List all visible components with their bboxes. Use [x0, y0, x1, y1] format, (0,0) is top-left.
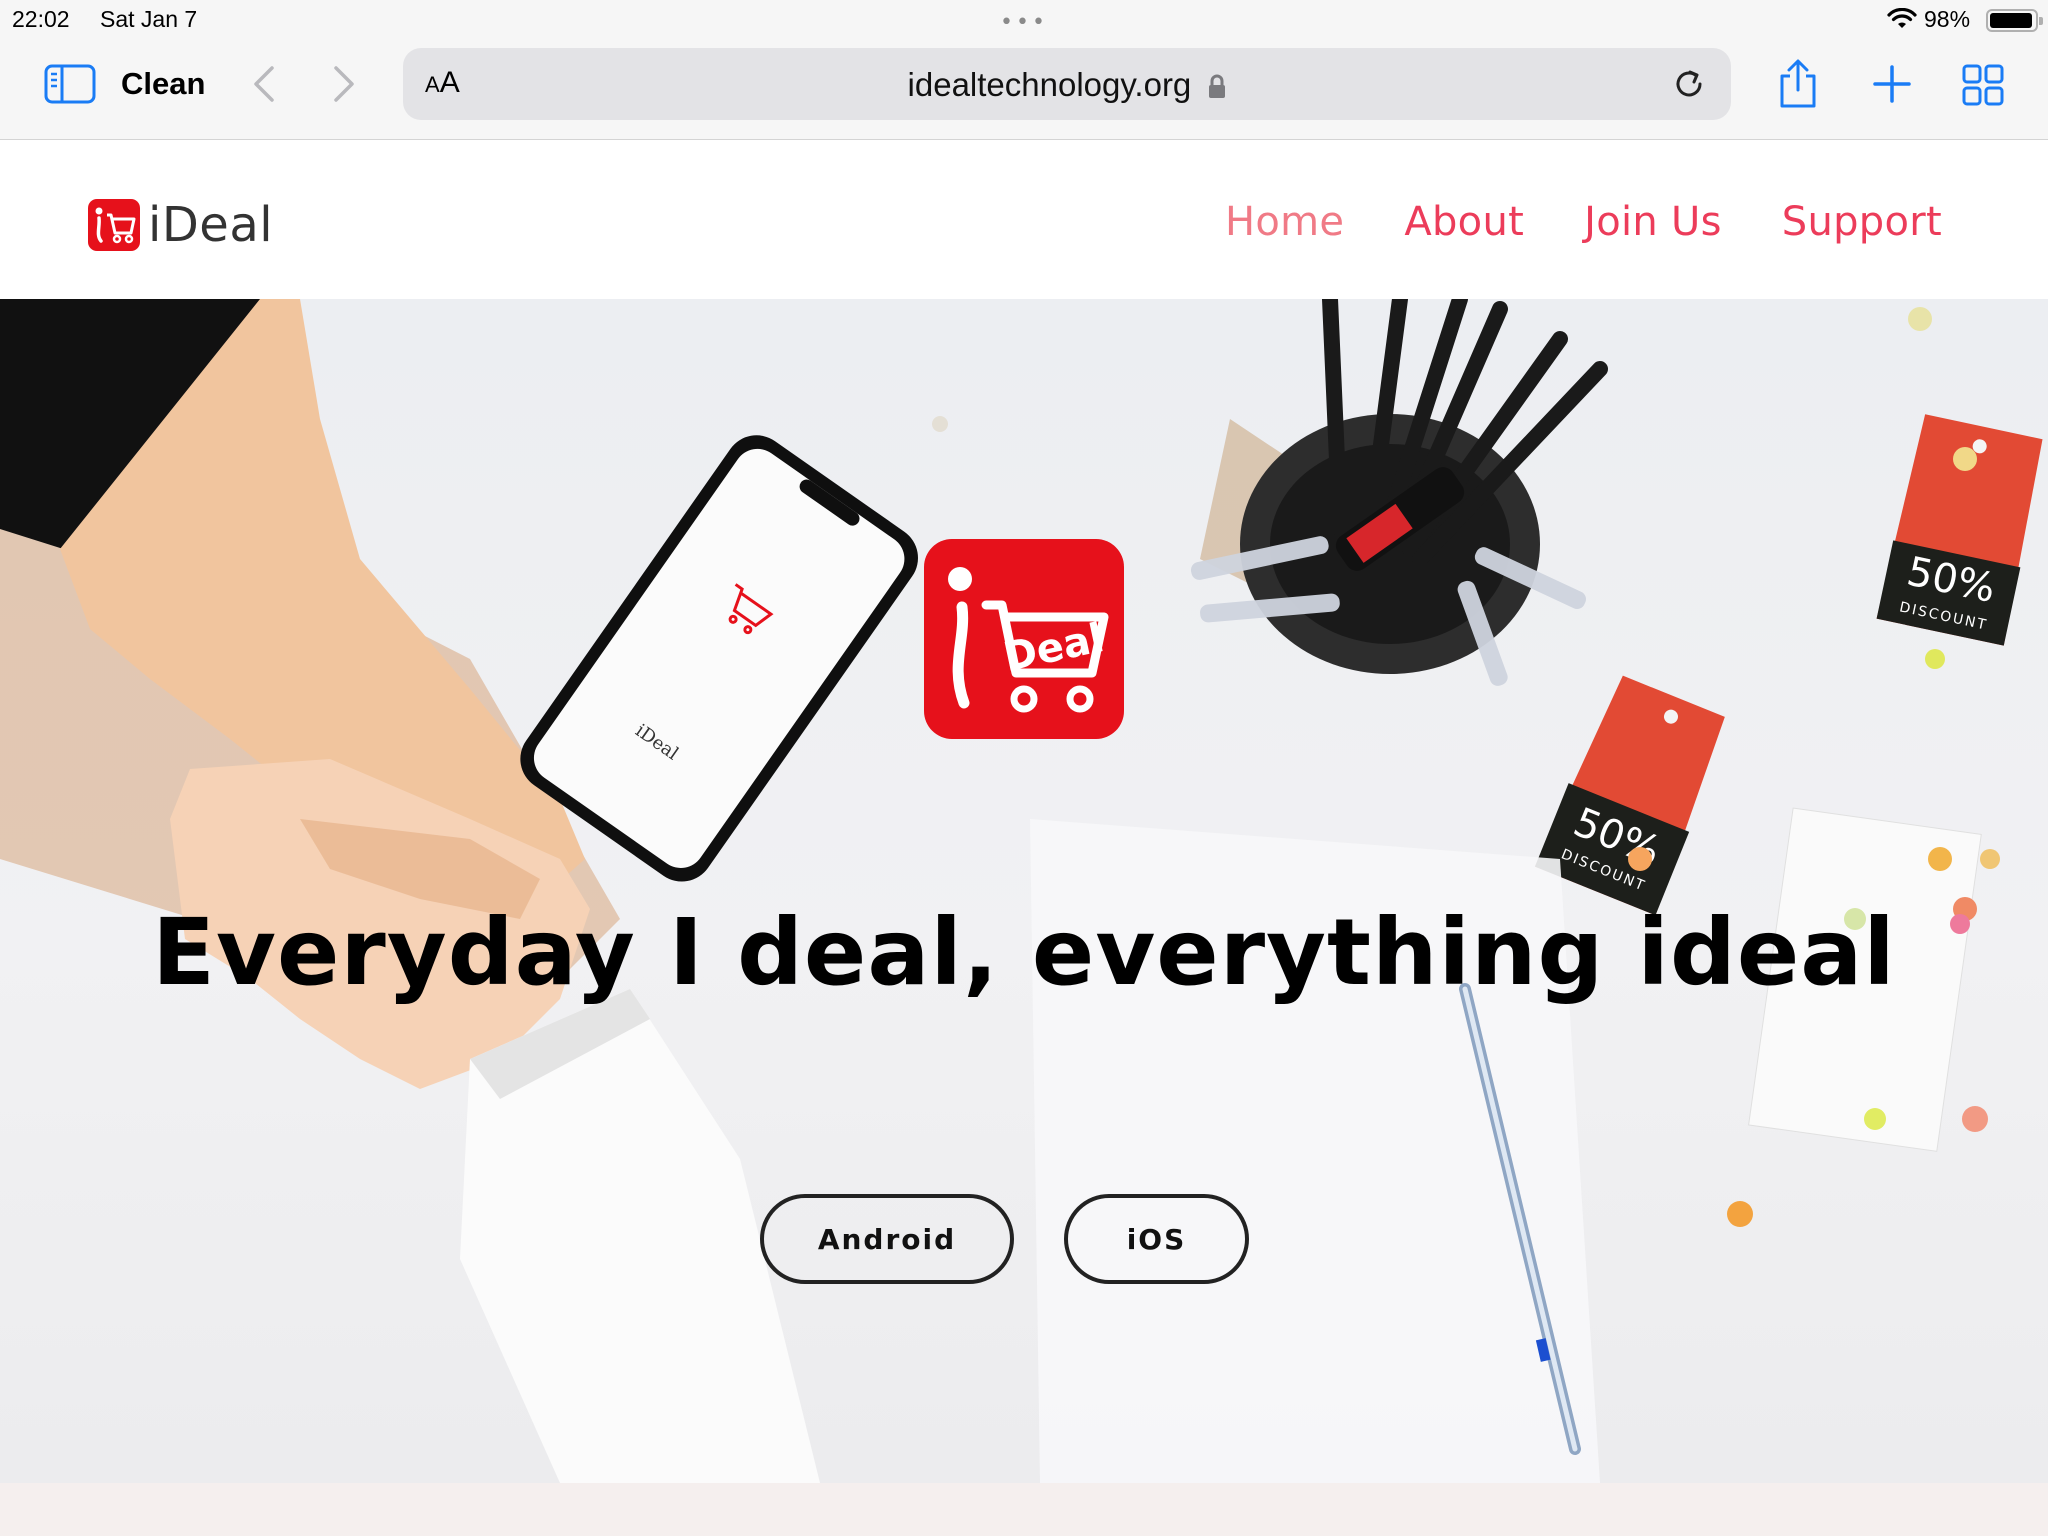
sidebar-icon[interactable]: [44, 64, 96, 104]
nav-about[interactable]: About: [1404, 199, 1524, 245]
android-button[interactable]: Android: [760, 1194, 1014, 1284]
nav-home[interactable]: Home: [1225, 199, 1344, 245]
hero-section: iDeal 50% DISCOUNT 50% DISCOUNT Deal Eve…: [0, 299, 2048, 1483]
battery-icon: [1986, 9, 2043, 32]
reload-icon[interactable]: [1671, 66, 1707, 102]
multitasking-dots-icon[interactable]: •••: [1000, 12, 1048, 34]
tab-overview-icon[interactable]: [1962, 64, 2004, 106]
url-text: idealtechnology.org: [907, 66, 1192, 103]
wifi-icon: [1887, 8, 1917, 28]
status-date: Sat Jan 7: [100, 6, 198, 32]
address-bar[interactable]: AA idealtechnology.org: [403, 48, 1731, 120]
download-buttons: Android iOS: [760, 1194, 1249, 1284]
back-chevron-icon[interactable]: [250, 64, 278, 104]
hero-ideal-logo-icon: Deal: [924, 539, 1124, 739]
brand-name: iDeal: [148, 197, 274, 253]
main-nav: Home About Join Us Support: [1225, 199, 1942, 245]
site-header: iDeal Home About Join Us Support: [0, 141, 2048, 299]
forward-chevron-icon[interactable]: [330, 64, 358, 104]
battery-fill: [1990, 13, 2032, 28]
status-time: 22:02: [12, 6, 70, 32]
status-bar: 22:02 Sat Jan 7 ••• 98%: [0, 0, 2048, 40]
page-next-section: [0, 1483, 2048, 1536]
nav-join-us[interactable]: Join Us: [1584, 199, 1722, 245]
ideal-cart-logo-icon: [88, 199, 140, 251]
browser-toolbar: Clean AA idealtechnology.org: [0, 40, 2048, 140]
lock-icon: [1209, 74, 1226, 99]
url-field[interactable]: idealtechnology.org: [403, 66, 1731, 104]
brand-logo-link[interactable]: iDeal: [88, 197, 273, 253]
battery-percentage: 98%: [1924, 6, 1971, 32]
hero-title: Everyday I deal, everything ideal: [152, 899, 1896, 1006]
hero-background-photo: iDeal 50% DISCOUNT 50% DISCOUNT: [0, 299, 2043, 1483]
new-tab-plus-icon[interactable]: [1872, 64, 1912, 104]
nav-support[interactable]: Support: [1782, 199, 1942, 245]
tab-group-title[interactable]: Clean: [121, 66, 205, 102]
ios-button[interactable]: iOS: [1064, 1194, 1249, 1284]
share-icon[interactable]: [1776, 58, 1820, 110]
